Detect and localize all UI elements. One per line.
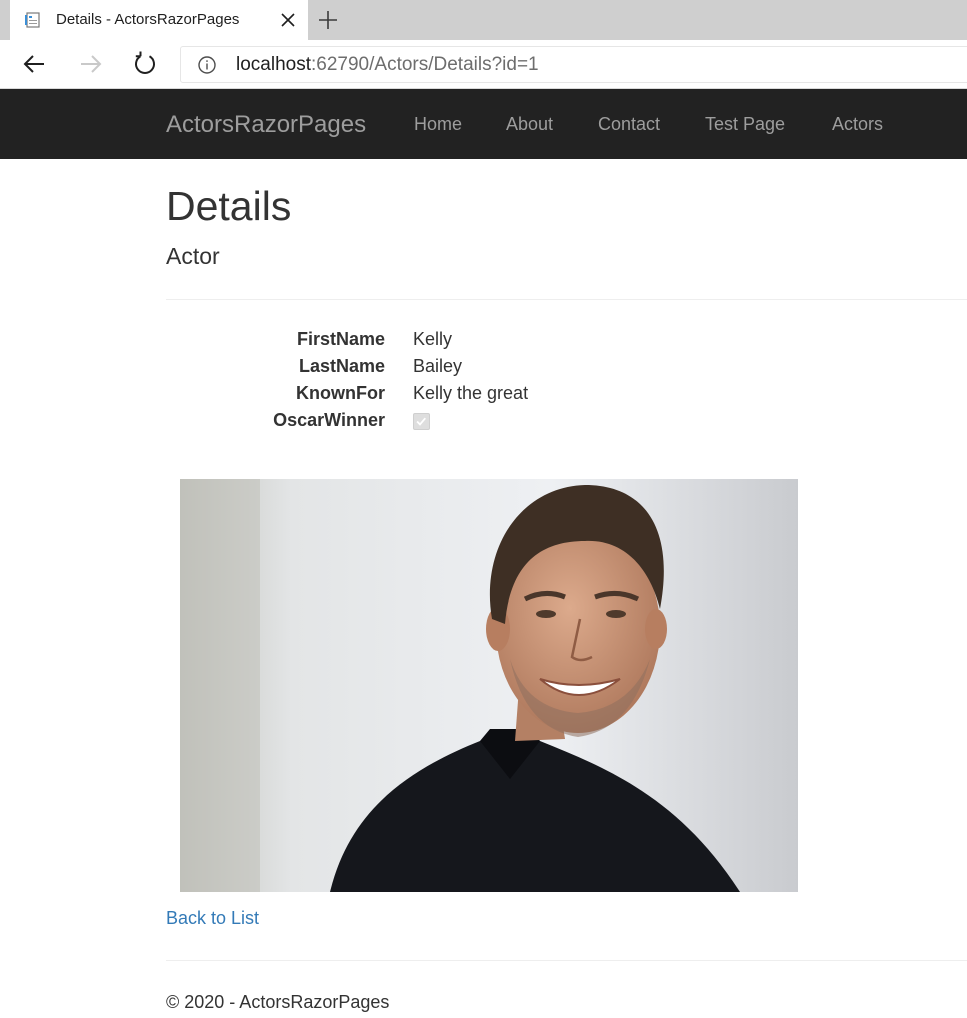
- browser-toolbar: localhost:62790/Actors/Details?id=1: [0, 40, 967, 89]
- url-host: localhost: [236, 54, 311, 75]
- footer-divider: [166, 960, 967, 961]
- browser-tab-strip: Details - ActorsRazorPages: [0, 0, 967, 40]
- navbar-brand[interactable]: ActorsRazorPages: [166, 111, 366, 139]
- reload-icon[interactable]: [131, 50, 159, 78]
- nav-link-actors[interactable]: Actors: [832, 114, 883, 135]
- close-icon[interactable]: [278, 10, 298, 30]
- address-bar[interactable]: localhost:62790/Actors/Details?id=1: [180, 46, 967, 83]
- field-value: Kelly: [413, 329, 453, 349]
- field-label: OscarWinner: [273, 410, 385, 430]
- field-label: LastName: [298, 356, 385, 376]
- checkbox-checked-icon: [416, 417, 426, 426]
- nav-link-test-page[interactable]: Test Page: [705, 114, 785, 135]
- url-path: :62790/Actors/Details?id=1: [311, 54, 539, 75]
- detail-row-first-name: FirstName Kelly: [166, 329, 666, 356]
- field-label: FirstName: [296, 329, 385, 349]
- browser-tab[interactable]: Details - ActorsRazorPages: [10, 0, 308, 40]
- arrow-left-icon[interactable]: [21, 50, 49, 78]
- field-value: Bailey: [413, 356, 463, 376]
- tab-title: Details - ActorsRazorPages: [56, 11, 240, 28]
- detail-row-last-name: LastName Bailey: [166, 356, 666, 383]
- nav-link-home[interactable]: Home: [414, 114, 462, 135]
- field-value: Kelly the great: [413, 383, 529, 403]
- plus-icon[interactable]: [316, 8, 340, 32]
- arrow-right-icon[interactable]: [76, 50, 104, 78]
- actor-photo: [180, 479, 798, 892]
- detail-row-oscar-winner: OscarWinner: [166, 410, 666, 437]
- page-subtitle: Actor: [166, 243, 220, 269]
- field-label: KnownFor: [296, 383, 385, 403]
- site-navbar: ActorsRazorPages Home About Contact Test…: [0, 89, 967, 159]
- back-to-list-link[interactable]: Back to List: [166, 908, 259, 929]
- oscar-winner-checkbox: [413, 413, 430, 430]
- nav-link-contact[interactable]: Contact: [598, 114, 660, 135]
- divider: [166, 299, 967, 300]
- url-text: localhost:62790/Actors/Details?id=1: [236, 54, 539, 76]
- page-icon: [25, 12, 40, 28]
- page-title: Details: [166, 183, 292, 229]
- nav-link-about[interactable]: About: [506, 114, 553, 135]
- footer-text: © 2020 - ActorsRazorPages: [166, 992, 390, 1012]
- info-icon[interactable]: [197, 55, 217, 75]
- detail-row-known-for: KnownFor Kelly the great: [166, 383, 666, 410]
